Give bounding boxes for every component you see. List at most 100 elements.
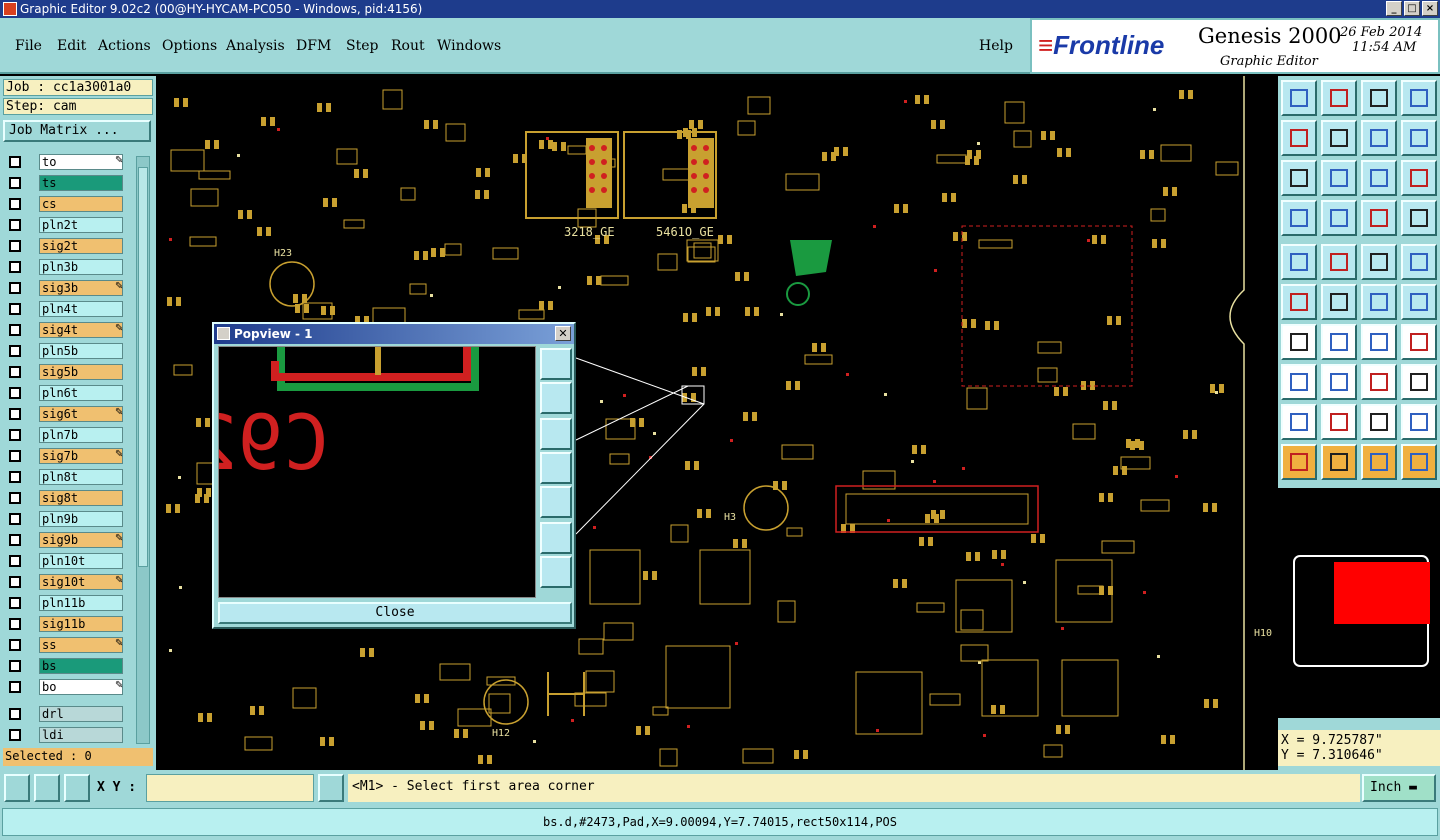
add-line-icon[interactable] (1401, 284, 1437, 320)
measure-box-icon[interactable] (1361, 364, 1397, 400)
layer-checkbox[interactable] (9, 177, 21, 189)
layer-name[interactable]: pln8t (39, 469, 123, 485)
layer-checkbox[interactable] (9, 198, 21, 210)
menu-step[interactable]: Step (346, 38, 378, 54)
layer-right-icon[interactable] (1321, 120, 1357, 156)
pointer-box-icon[interactable] (1321, 444, 1357, 480)
layer-name[interactable]: pln3b (39, 259, 123, 275)
layer-name[interactable]: pln9b (39, 511, 123, 527)
layer-row[interactable]: pln4t (5, 301, 129, 317)
layer-row[interactable]: pln5b (5, 343, 129, 359)
popview-pan-up-icon[interactable] (540, 382, 572, 414)
triangle-red-icon[interactable] (1321, 404, 1357, 440)
layer-name[interactable]: pln11b (39, 595, 123, 611)
layer-row[interactable]: sig4t ✎ (5, 322, 129, 338)
alert-icon[interactable] (318, 774, 344, 802)
layer-name[interactable]: bo (39, 679, 123, 695)
pad-icon[interactable] (1401, 244, 1437, 280)
layer-row[interactable]: pln3b (5, 259, 129, 275)
layer-name[interactable]: sig3b (39, 280, 123, 296)
layer-name[interactable]: sig4t (39, 322, 123, 338)
layer-name[interactable]: pln5b (39, 343, 123, 359)
layer-name[interactable]: ss (39, 637, 123, 653)
popview-pan-right-icon[interactable] (540, 486, 572, 518)
layer-row[interactable]: sig7b ✎ (5, 448, 129, 464)
layer-row[interactable]: pln8t (5, 469, 129, 485)
layer-name[interactable]: to (39, 154, 123, 170)
layer-checkbox[interactable] (9, 303, 21, 315)
popview-zoom-fit-icon[interactable] (540, 348, 572, 380)
layer-checkbox[interactable] (9, 471, 21, 483)
layer-row[interactable]: sig3b ✎ (5, 280, 129, 296)
layer-left-icon[interactable] (1281, 120, 1317, 156)
layer-checkbox[interactable] (9, 219, 21, 231)
menu-file[interactable]: File (15, 38, 42, 54)
layer-row[interactable]: pln7b (5, 427, 129, 443)
layer-name[interactable]: pln2t (39, 217, 123, 233)
layer-row[interactable]: pln10t (5, 553, 129, 569)
open-step-icon[interactable] (1281, 80, 1317, 116)
window-icon[interactable] (1401, 80, 1437, 116)
close-window-button[interactable]: × (1422, 1, 1438, 16)
net-red2-icon[interactable] (1401, 200, 1437, 236)
popview-titlebar[interactable]: Popview - 1 (214, 324, 574, 344)
popview-pan-left-icon[interactable] (540, 452, 572, 484)
layer-row[interactable]: sig5b (5, 364, 129, 380)
layer-checkbox[interactable] (9, 708, 21, 720)
layer-checkbox[interactable] (9, 555, 21, 567)
pointer-select-icon[interactable] (1361, 444, 1397, 480)
menu-options[interactable]: Options (162, 38, 217, 54)
minimize-button[interactable]: _ (1386, 1, 1402, 16)
popview-close-x-button[interactable]: ✕ (555, 326, 571, 341)
add-pad-icon[interactable] (1361, 284, 1397, 320)
layer-name[interactable]: bs (39, 658, 123, 674)
triangle-frame-icon[interactable] (1361, 404, 1397, 440)
pointer-icon[interactable] (1281, 444, 1317, 480)
layer-name[interactable]: sig5b (39, 364, 123, 380)
snap-mode-icon[interactable] (4, 774, 30, 802)
tools-icon[interactable] (1281, 200, 1317, 236)
layer-row[interactable]: sig10t ✎ (5, 574, 129, 590)
layer-checkbox[interactable] (9, 345, 21, 357)
layer-row[interactable]: sig8t (5, 490, 129, 506)
popview-zoom-out-icon[interactable] (540, 556, 572, 588)
layer-name[interactable]: sig11b (39, 616, 123, 632)
home-icon[interactable] (1361, 80, 1397, 116)
layer-row[interactable]: ts (5, 175, 129, 191)
layer-checkbox[interactable] (9, 450, 21, 462)
units-select[interactable]: Inch ▬ (1362, 774, 1436, 802)
layer-name[interactable]: pln4t (39, 301, 123, 317)
layer-row[interactable]: sig6t ✎ (5, 406, 129, 422)
layer-name[interactable]: ts (39, 175, 123, 191)
layer-row[interactable]: pln9b (5, 511, 129, 527)
layer-checkbox[interactable] (9, 366, 21, 378)
layer-checkbox[interactable] (9, 618, 21, 630)
layer-row[interactable]: pln2t (5, 217, 129, 233)
popview-pan-down-icon[interactable] (540, 418, 572, 450)
triangle-fill-icon[interactable] (1401, 404, 1437, 440)
layer-checkbox[interactable] (9, 576, 21, 588)
layer-row[interactable]: bs (5, 658, 129, 674)
scale-icon[interactable] (1361, 160, 1397, 196)
layer-checkbox[interactable] (9, 660, 21, 672)
layer-row[interactable]: ldi (5, 727, 129, 743)
menu-help[interactable]: Help (979, 38, 1013, 54)
pad-pair-icon[interactable] (1281, 364, 1317, 400)
layer-scrollbar[interactable] (136, 156, 150, 744)
layer-name[interactable]: sig10t (39, 574, 123, 590)
maximize-button[interactable]: □ (1404, 1, 1420, 16)
layer-row[interactable]: bo ✎ (5, 679, 129, 695)
menu-dfm[interactable]: DFM (296, 38, 331, 54)
layer-checkbox[interactable] (9, 513, 21, 525)
layer-row[interactable]: to ✎ (5, 154, 129, 170)
grid-view-icon[interactable] (1321, 200, 1357, 236)
help-icon[interactable] (1401, 160, 1437, 196)
job-matrix-button[interactable]: Job Matrix ... (3, 120, 151, 142)
layer-row[interactable]: sig2t (5, 238, 129, 254)
layer-checkbox[interactable] (9, 240, 21, 252)
layer-checkbox[interactable] (9, 597, 21, 609)
popview-canvas[interactable]: C928 (218, 346, 536, 598)
layer-name[interactable]: sig9b (39, 532, 123, 548)
pointer-path-icon[interactable] (1401, 444, 1437, 480)
scrollbar-thumb[interactable] (138, 167, 148, 567)
